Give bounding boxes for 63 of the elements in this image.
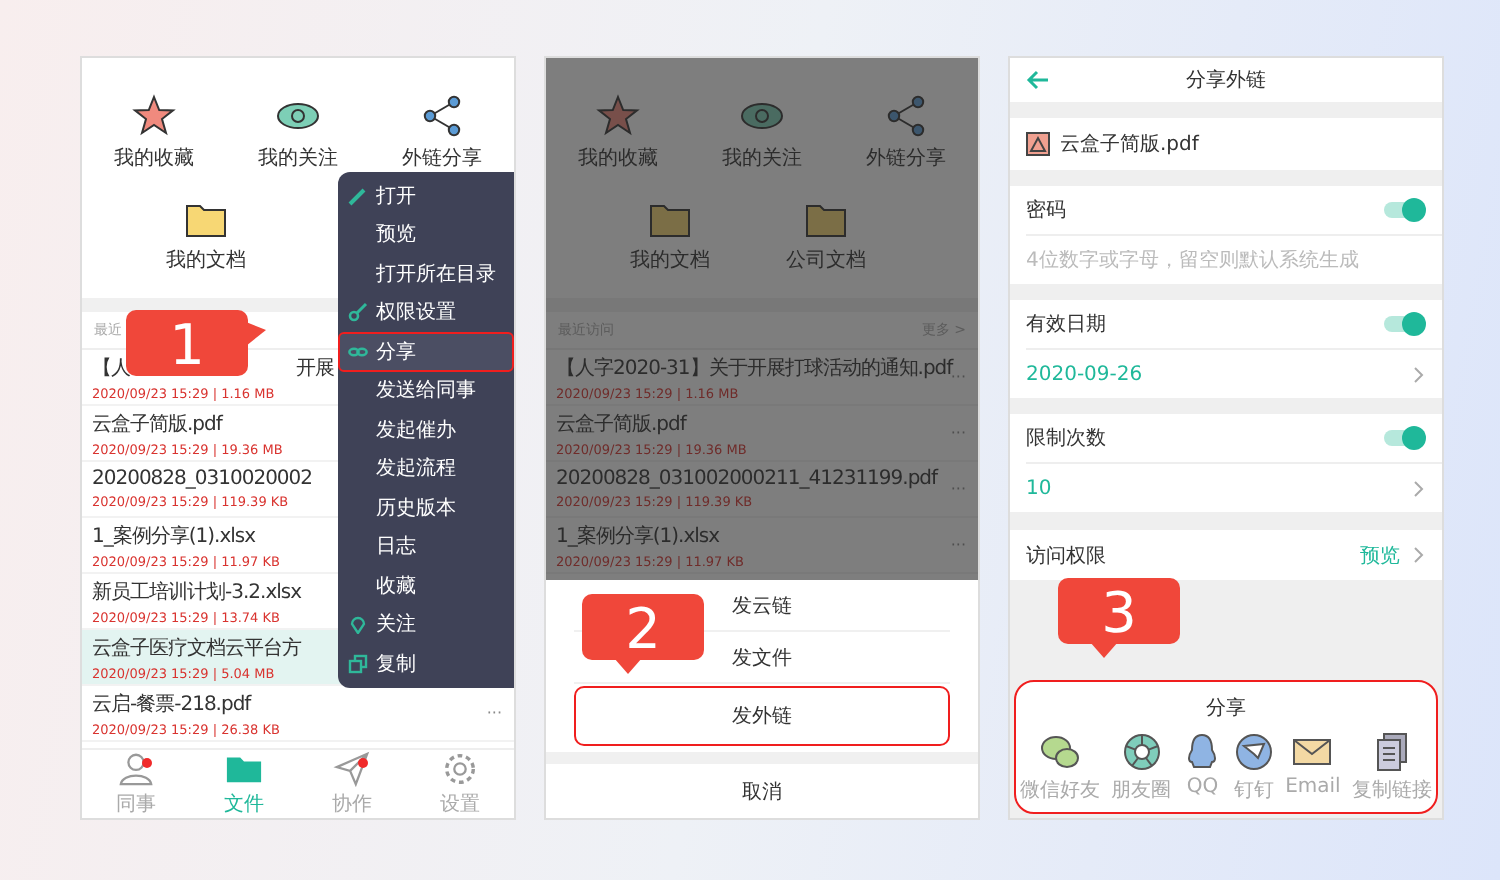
setting-label: 有效日期 [1026,311,1106,338]
pdf-file-icon [1026,132,1050,156]
key-icon [348,302,368,323]
folder-button[interactable]: 我的文档 [146,200,266,274]
folder-icon [804,200,848,240]
setting-label: 访问权限 [1026,543,1106,569]
copy-icon [1371,732,1412,772]
aperture-icon [1121,732,1162,772]
chevron-icon [1412,365,1426,383]
menu-item[interactable]: 发送给同事 [338,371,514,410]
share-icon [420,94,464,138]
file-name: 【人字2020-31】关于开展打球活动的通知.pdf [556,355,953,381]
wing-circle-icon [1233,732,1274,772]
file-name: 云盒子医疗文档云平台方 [92,635,301,661]
star-icon [596,94,640,138]
shortcut-button[interactable]: 外链分享 [370,94,514,172]
file-name: 1_案例分享(1).xlsx [92,523,256,549]
panel-title: 分享 [1204,695,1248,722]
settings-icon [440,750,480,788]
toggle-switch[interactable] [1382,198,1426,222]
share-icon [884,94,928,138]
access-row[interactable]: 访问权限 预览 [1010,530,1442,580]
menu-item[interactable]: 权限设置 [338,293,514,332]
folder-button[interactable]: 公司文档 [766,200,886,274]
toggle-switch[interactable] [1382,312,1426,336]
location-pin-icon [348,614,368,635]
more-button[interactable]: ··· [486,704,502,722]
menu-item[interactable]: 发起催办 [338,410,514,449]
menu-item[interactable]: 预览 [338,215,514,254]
back-icon[interactable] [1026,70,1050,90]
setting-value: 预览 [1360,543,1400,569]
file-name: 20200828_0310020002 [92,468,313,490]
star-icon [132,94,176,138]
menu-item[interactable]: 日志 [338,527,514,566]
file-name: 云盒子简版.pdf [1060,131,1199,158]
file-name: 云盒子简版.pdf [556,411,686,437]
file-name: 20200828_031002000211_41231199.pdf [556,468,938,490]
paper-plane-icon [332,750,372,788]
shortcut-button[interactable]: 我的收藏 [82,94,226,172]
menu-item[interactable]: 复制 [338,644,514,683]
screen-title: 分享外链 [1186,67,1266,94]
shortcut-button[interactable]: 我的关注 [226,94,370,172]
menu-item[interactable]: 分享 [338,332,514,371]
file-name: 新员工培训计划-3.2.xlsx [92,579,302,605]
toggle-switch[interactable] [1382,426,1426,450]
file-name: 1_案例分享(1).xlsx [556,523,720,549]
folder-icon [648,200,692,240]
setting-label: 限制次数 [1026,425,1106,452]
person-icon [116,750,156,788]
menu-item[interactable]: 打开所在目录 [338,254,514,293]
chevron-icon [1412,479,1426,497]
setting-label: 密码 [1026,197,1066,224]
file-name: 云启-餐票-218.pdf [92,691,251,717]
file-name-fragment: 开展 [296,355,334,381]
sheet-option[interactable]: 发外链 [574,686,950,746]
copy-icon [348,653,368,674]
menu-item[interactable]: 打开 [338,176,514,215]
cancel-button[interactable]: 取消 [546,764,978,818]
folder-icon [184,200,228,240]
pencil-icon [348,185,368,206]
file-name: 云盒子简版.pdf [92,411,222,437]
chat-bubbles-icon [1040,732,1080,772]
chevron-icon [1412,546,1426,564]
